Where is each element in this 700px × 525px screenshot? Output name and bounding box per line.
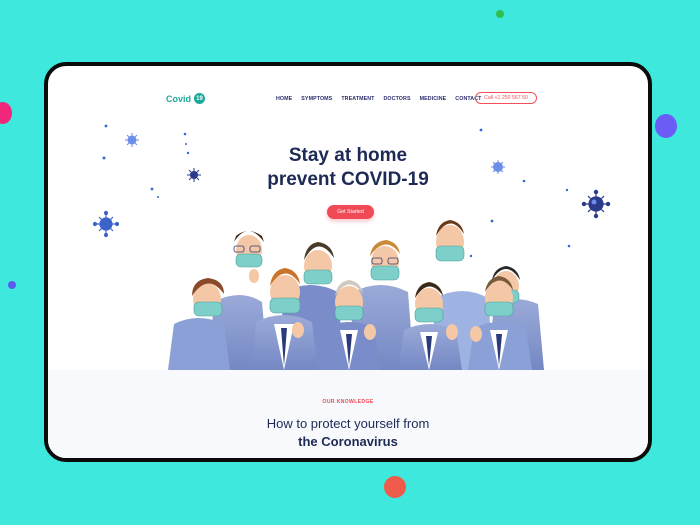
- decor-dot-purple: [655, 114, 677, 138]
- section-eyebrow: OUR KNOWLEDGE: [322, 399, 374, 405]
- decor-dot-pink: [0, 102, 12, 124]
- decor-dot-orange: [384, 476, 406, 498]
- section-title-line1: How to protect yourself from: [266, 416, 430, 431]
- decor-dot-blue: [8, 281, 16, 289]
- masked-people-illustration: [168, 220, 544, 370]
- decor-dot-green: [496, 10, 504, 18]
- browser-frame: Covid 19 HOME SYMPTOMS TREATMENT DOCTORS…: [44, 62, 652, 462]
- section-title-line2: the Coronavirus: [298, 434, 398, 449]
